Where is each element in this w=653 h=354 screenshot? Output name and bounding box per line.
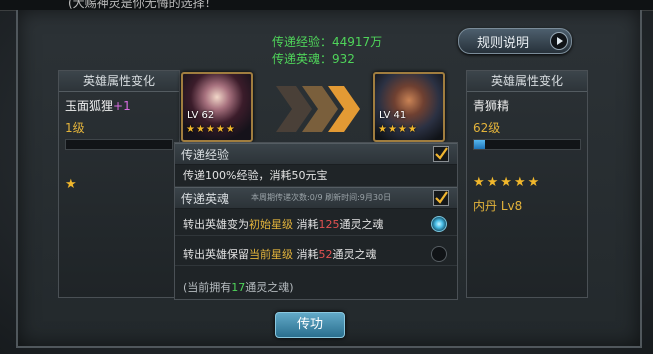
checkmark-icon (435, 147, 448, 160)
transfer-exp-header: 传递经验 (175, 143, 457, 165)
soul-option-text: 转出英雄变为初始星级 消耗125通灵之魂 (183, 218, 384, 231)
right-hero-level: 62级 (473, 121, 501, 135)
right-exp-bar (473, 139, 581, 150)
soul-option-radio[interactable] (431, 246, 447, 262)
left-portrait-level: LV 62 (187, 110, 215, 121)
transfer-exp-desc-row: 传递100%经验，消耗50元宝 (175, 164, 457, 187)
checkmark-icon (435, 191, 448, 204)
left-panel-title: 英雄属性变化 (59, 71, 179, 92)
transfer-soul-title: 传递英魂 (181, 192, 230, 206)
right-hero-portrait[interactable]: LV 41 ★★★★ (373, 72, 445, 142)
right-panel-title: 英雄属性变化 (467, 71, 587, 92)
left-exp-bar (65, 139, 173, 150)
rules-button[interactable]: 规则说明 (458, 28, 572, 54)
left-hero-panel: 英雄属性变化 玉面狐狸+1 1级 ★ (58, 70, 180, 298)
game-screen: (大赐神灵是你无悔的选择！ 传递经验：44917万 传递英魂：932 规则说明 … (0, 0, 653, 354)
right-hero-neidan: 内丹 Lv8 (473, 199, 523, 213)
play-arrow-icon (550, 32, 568, 50)
soul-option-radio[interactable] (431, 216, 447, 232)
soul-option-row[interactable]: 转出英雄保留当前星级 消耗52通灵之魂 (175, 243, 457, 266)
transfer-soul-header: 传递英魂 本周期传递次数:0/9 刷新时间:9月30日 (175, 187, 457, 209)
transfer-exp-desc: 传递100%经验，消耗50元宝 (183, 169, 328, 182)
transfer-button[interactable]: 传功 (275, 312, 345, 338)
transfer-exp-checkbox[interactable] (433, 146, 449, 162)
right-hero-stars: ★★★★★ (473, 175, 542, 190)
transfer-soul-checkbox[interactable] (433, 190, 449, 206)
transfer-exp-summary: 传递经验：44917万 (272, 35, 383, 49)
soul-option-text: 转出英雄保留当前星级 消耗52通灵之魂 (183, 248, 377, 261)
transfer-summary: 传递经验：44917万 传递英魂：932 (272, 34, 382, 68)
transfer-soul-note: 本周期传递次数:0/9 刷新时间:9月30日 (251, 193, 392, 202)
right-hero-panel: 英雄属性变化 青狮精 62级 ★★★★★ 内丹 Lv8 (466, 70, 588, 298)
soul-option-row[interactable]: 转出英雄变为初始星级 消耗125通灵之魂 (175, 213, 457, 236)
transfer-options-panel: 传递经验 传递100%经验，消耗50元宝 传递英魂 本周期传递次数:0/9 刷新… (174, 142, 458, 300)
owned-soul-count: (当前拥有17通灵之魂) (183, 281, 294, 294)
transfer-arrows-icon (276, 86, 360, 132)
left-hero-name: 玉面狐狸+1 (65, 97, 131, 114)
left-hero-portrait[interactable]: LV 62 ★★★★★ (181, 72, 253, 142)
left-hero-plus: +1 (113, 99, 131, 113)
right-hero-name: 青狮精 (473, 99, 510, 113)
right-portrait-level: LV 41 (379, 110, 407, 121)
left-hero-stars: ★ (65, 177, 79, 192)
right-exp-fill (474, 140, 485, 149)
transfer-soul-summary: 传递英魂：932 (272, 52, 355, 66)
right-portrait-stars: ★★★★ (378, 124, 418, 135)
left-hero-level: 1级 (65, 121, 85, 135)
rules-button-label: 规则说明 (477, 36, 530, 51)
left-portrait-stars: ★★★★★ (186, 124, 236, 135)
left-hero-name-text: 玉面狐狸 (65, 99, 114, 113)
transfer-exp-title: 传递经验 (181, 148, 230, 162)
